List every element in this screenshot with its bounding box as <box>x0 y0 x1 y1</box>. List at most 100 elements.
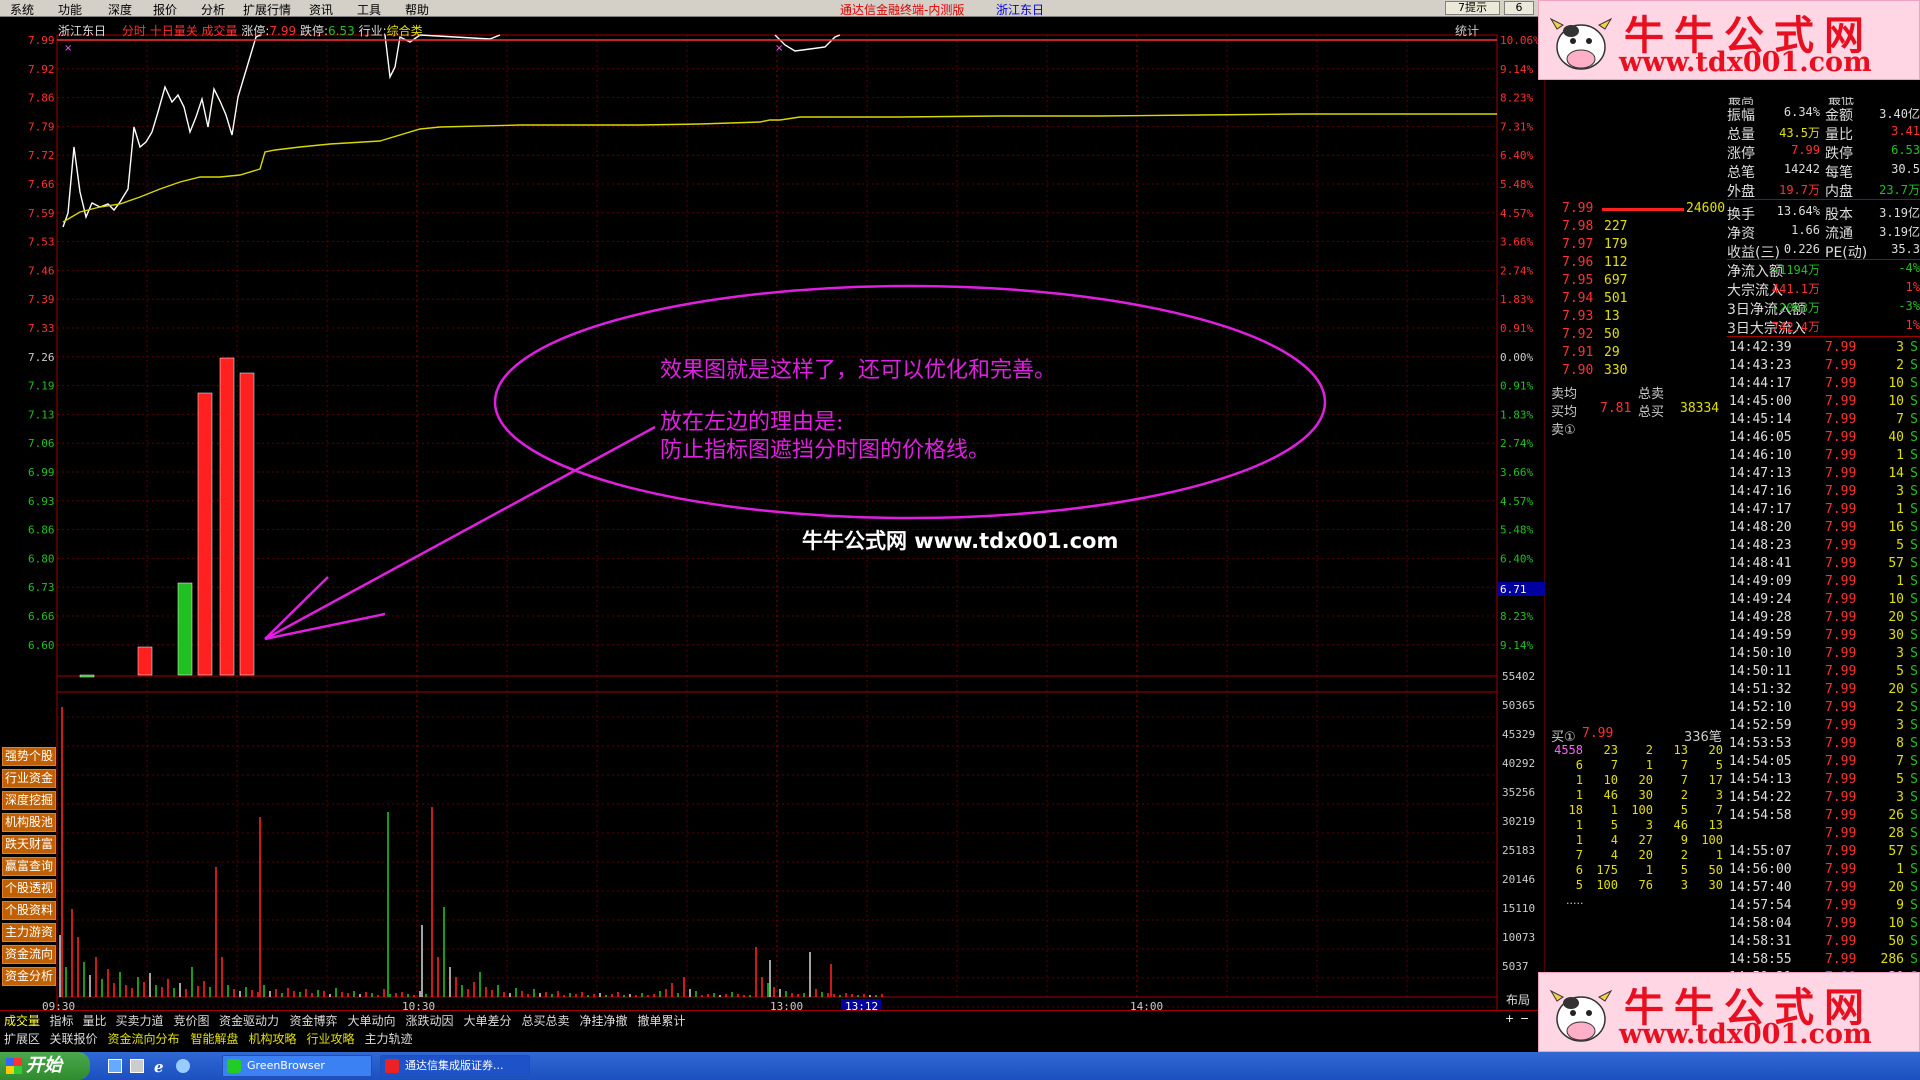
trade-row[interactable]: 14:49:24 7.99 10 S <box>1727 592 1920 610</box>
show-desktop-icon[interactable] <box>130 1059 144 1073</box>
trade-row[interactable]: 14:54:58 7.99 26 S <box>1727 808 1920 826</box>
side-button[interactable]: 机构股池 <box>2 813 56 832</box>
trade-row[interactable]: 14:54:05 7.99 7 S <box>1727 754 1920 772</box>
bottom-tab[interactable]: 成交量 <box>4 1012 40 1029</box>
bottom-tab[interactable]: 净挂净撤 <box>580 1012 628 1029</box>
zoom-out-button[interactable]: − <box>1520 1012 1529 1025</box>
menu-item-extended-market[interactable]: 扩展行情 <box>243 1 291 18</box>
menu-item-news[interactable]: 资讯 <box>309 1 333 18</box>
side-button[interactable]: 个股资料 <box>2 901 56 920</box>
menu-item-analysis[interactable]: 分析 <box>201 1 225 18</box>
trade-row[interactable]: 14:49:09 7.99 1 S <box>1727 574 1920 592</box>
trade-row[interactable]: 14:48:20 7.99 16 S <box>1727 520 1920 538</box>
side-button[interactable]: 个股透视 <box>2 879 56 898</box>
bottom-tab[interactable]: 关联报价 <box>50 1030 98 1047</box>
trade-row[interactable]: 14:58:04 7.99 10 S <box>1727 916 1920 934</box>
trade-row[interactable]: 14:46:10 7.99 1 S <box>1727 448 1920 466</box>
header-tab-ten-day[interactable]: 十日量关 <box>150 24 198 38</box>
price-tick-label: 6.93 <box>28 495 55 508</box>
hint-button[interactable]: 7提示 <box>1445 1 1500 15</box>
zoom-in-button[interactable]: + <box>1505 1012 1514 1025</box>
bottom-tab[interactable]: 量比 <box>83 1012 107 1029</box>
trade-row[interactable]: 14:52:59 7.99 3 S <box>1727 718 1920 736</box>
trade-row[interactable]: 14:53:53 7.99 8 S <box>1727 736 1920 754</box>
bottom-tab[interactable]: 大单差分 <box>464 1012 512 1029</box>
order-book-volume: 24600 <box>1686 201 1726 216</box>
trade-row[interactable]: 14:47:13 7.99 14 S <box>1727 466 1920 484</box>
menu-item-help[interactable]: 帮助 <box>405 1 429 18</box>
side-button[interactable]: 资金分析 <box>2 967 56 986</box>
order-book-price: 7.98 <box>1562 219 1594 234</box>
trade-row[interactable]: 14:57:40 7.99 20 S <box>1727 880 1920 898</box>
start-button[interactable]: 开始 <box>0 1052 90 1080</box>
bottom-tab[interactable]: 撤单累计 <box>638 1012 686 1029</box>
trade-row[interactable]: 14:49:59 7.99 30 S <box>1727 628 1920 646</box>
number-button[interactable]: 6 <box>1504 1 1534 15</box>
trade-row[interactable]: 14:57:54 7.99 9 S <box>1727 898 1920 916</box>
bottom-tab[interactable]: 主力轨迹 <box>365 1030 413 1047</box>
bottom-tab[interactable]: 智能解盘 <box>191 1030 239 1047</box>
quote-info-row: 3日大宗流入 742.4万 1% <box>1727 318 1920 338</box>
menu-item-system[interactable]: 系统 <box>10 1 34 18</box>
bottom-tab[interactable]: 机构攻略 <box>249 1030 297 1047</box>
trade-row[interactable]: 14:52:10 7.99 2 S <box>1727 700 1920 718</box>
bottom-tab[interactable]: 指标 <box>50 1012 74 1029</box>
stat-button[interactable]: 统计 <box>1455 22 1479 39</box>
trade-row[interactable]: 14:50:10 7.99 3 S <box>1727 646 1920 664</box>
trade-row[interactable]: 14:48:41 7.99 57 S <box>1727 556 1920 574</box>
header-tab-intraday[interactable]: 分时 <box>122 24 146 38</box>
menu-item-quote[interactable]: 报价 <box>153 1 177 18</box>
trade-row[interactable]: 7.99 28 S <box>1727 826 1920 844</box>
trade-row[interactable]: 14:45:14 7.99 7 S <box>1727 412 1920 430</box>
trade-row[interactable]: 14:47:16 7.99 3 S <box>1727 484 1920 502</box>
side-button[interactable]: 强势个股 <box>2 747 56 766</box>
side-button[interactable]: 深度挖掘 <box>2 791 56 810</box>
trade-row[interactable]: 14:46:05 7.99 40 S <box>1727 430 1920 448</box>
intraday-chart[interactable]: × × 7.99 7.92 7.86 7.79 7.72 7.66 7.59 7.53 7.46… <box>0 17 1545 1017</box>
ie-icon[interactable]: ℯ <box>154 1058 164 1076</box>
trade-row[interactable]: 14:43:23 7.99 2 S <box>1727 358 1920 376</box>
bottom-tab[interactable]: 大单动向 <box>348 1012 396 1029</box>
trade-row[interactable]: 14:42:39 7.99 3 S <box>1727 340 1920 358</box>
bottom-tab[interactable]: 涨跌动因 <box>406 1012 454 1029</box>
trade-row[interactable]: 14:48:23 7.99 5 S <box>1727 538 1920 556</box>
browser-icon[interactable] <box>176 1059 190 1073</box>
quick-launch-icon[interactable] <box>108 1059 122 1073</box>
bottom-tab[interactable]: 扩展区 <box>4 1030 40 1047</box>
trade-row[interactable]: 14:45:00 7.99 10 S <box>1727 394 1920 412</box>
trade-row[interactable]: 14:55:07 7.99 57 S <box>1727 844 1920 862</box>
bottom-tab[interactable]: 行业攻略 <box>307 1030 355 1047</box>
trade-row[interactable]: 14:58:55 7.99 286 S <box>1727 952 1920 970</box>
quote-info-row: 换手 13.64% 股本 3.19亿 <box>1727 203 1920 223</box>
task-tdx[interactable]: 通达信集成版证券... <box>380 1055 530 1077</box>
trade-row[interactable]: 14:44:17 7.99 10 S <box>1727 376 1920 394</box>
menu-item-tools[interactable]: 工具 <box>357 1 381 18</box>
layout-button[interactable]: 布局 <box>1506 991 1530 1008</box>
trade-row[interactable]: 14:49:28 7.99 20 S <box>1727 610 1920 628</box>
menu-item-function[interactable]: 功能 <box>58 1 82 18</box>
task-greenbrowser[interactable]: GreenBrowser <box>222 1055 372 1077</box>
bottom-tab[interactable]: 资金流向分布 <box>108 1030 180 1047</box>
trade-row[interactable]: 14:47:17 7.99 1 S <box>1727 502 1920 520</box>
trade-row[interactable]: 14:51:32 7.99 20 S <box>1727 682 1920 700</box>
trade-row[interactable]: 14:50:11 7.99 5 S <box>1727 664 1920 682</box>
trade-row[interactable]: 14:58:31 7.99 50 S <box>1727 934 1920 952</box>
trade-row[interactable]: 14:56:00 7.99 1 S <box>1727 862 1920 880</box>
bottom-tab[interactable]: 竞价图 <box>174 1012 210 1029</box>
volume-tick-label: 25183 <box>1502 844 1535 857</box>
side-button[interactable]: 资金流向 <box>2 945 56 964</box>
order-book-price: 7.96 <box>1562 255 1594 270</box>
trade-row[interactable]: 14:54:13 7.99 5 S <box>1727 772 1920 790</box>
menu-item-depth[interactable]: 深度 <box>108 1 132 18</box>
side-button[interactable]: 行业资金 <box>2 769 56 788</box>
header-tab-volume[interactable]: 成交量 <box>202 24 238 38</box>
bottom-tab[interactable]: 总买总卖 <box>522 1012 570 1029</box>
bottom-tab[interactable]: 买卖力道 <box>116 1012 164 1029</box>
side-button[interactable]: 主力游资 <box>2 923 56 942</box>
side-button[interactable]: 赢富查询 <box>2 857 56 876</box>
bottom-tab[interactable]: 资金驱动力 <box>219 1012 279 1029</box>
bottom-tab[interactable]: 资金博弈 <box>290 1012 338 1029</box>
buy-avg-value: 7.81 <box>1600 401 1632 416</box>
side-button[interactable]: 跌天财富 <box>2 835 56 854</box>
trade-row[interactable]: 14:54:22 7.99 3 S <box>1727 790 1920 808</box>
